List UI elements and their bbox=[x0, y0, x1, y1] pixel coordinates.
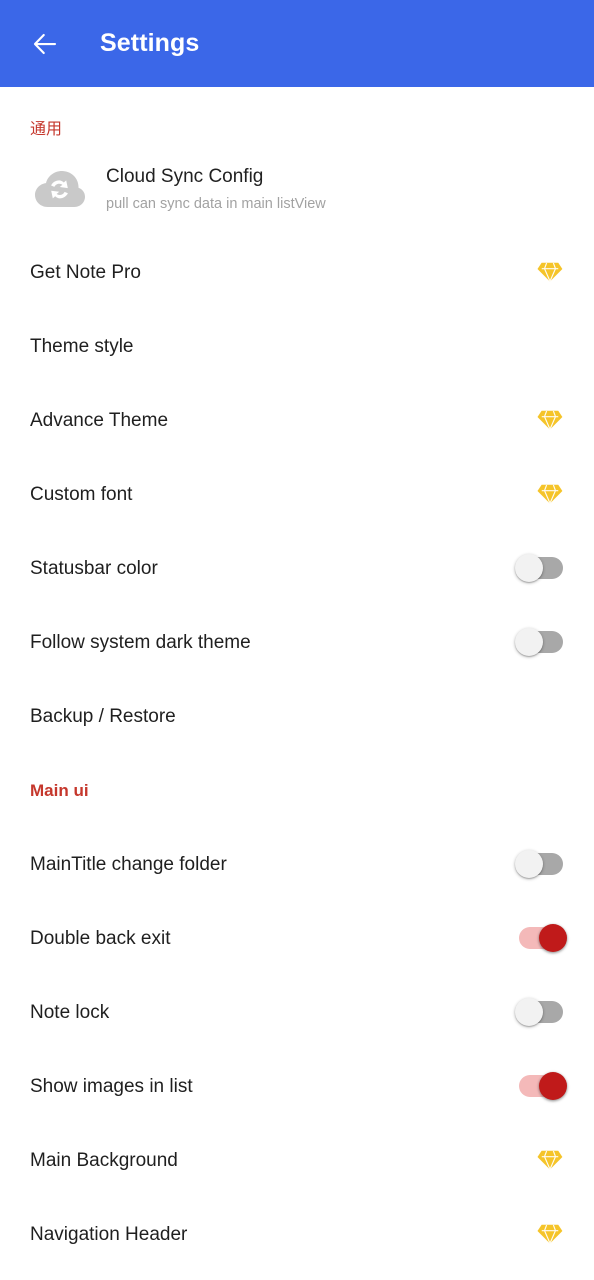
list-item-accessory[interactable] bbox=[517, 918, 567, 958]
list-item-maintitle-change-folder[interactable]: MainTitle change folder bbox=[0, 827, 594, 901]
list-item-label: Get Note Pro bbox=[30, 261, 141, 283]
gem-icon bbox=[537, 484, 563, 504]
list-item-accessory[interactable] bbox=[521, 474, 565, 514]
list-item-note-lock[interactable]: Note lock bbox=[0, 975, 594, 1049]
page-title: Settings bbox=[100, 29, 200, 57]
list-item-label: MainTitle change folder bbox=[30, 853, 227, 875]
list-item-label: Main Background bbox=[30, 1149, 178, 1171]
list-item-advance-theme[interactable]: Advance Theme bbox=[0, 383, 594, 457]
app-bar: Settings bbox=[0, 0, 594, 87]
list-item-show-images-in-list[interactable]: Show images in list bbox=[0, 1049, 594, 1123]
gem-icon bbox=[537, 262, 563, 282]
list-item-label: Statusbar color bbox=[30, 557, 158, 579]
list-item-navigation-header[interactable]: Navigation Header bbox=[0, 1197, 594, 1271]
list-item-label: Advance Theme bbox=[30, 409, 169, 431]
toggle-thumb bbox=[515, 850, 543, 878]
gem-icon bbox=[537, 1150, 563, 1170]
back-button[interactable] bbox=[22, 21, 68, 67]
list-item-theme-style[interactable]: Theme style bbox=[0, 309, 594, 383]
cloud-sync-subtitle: pull can sync data in main listView bbox=[106, 195, 326, 212]
settings-list: 通用 Cloud Sync Config pull can sync data … bbox=[0, 87, 594, 1271]
list-item-accessory[interactable] bbox=[515, 844, 565, 884]
toggle-maintitle-change-folder[interactable] bbox=[515, 850, 565, 878]
toggle-show-images-in-list[interactable] bbox=[517, 1072, 567, 1100]
list-item-accessory[interactable] bbox=[517, 1066, 567, 1106]
list-item-accessory[interactable] bbox=[521, 1214, 565, 1254]
list-item-accessory[interactable] bbox=[521, 252, 565, 292]
toggle-follow-system-dark-theme[interactable] bbox=[515, 628, 565, 656]
list-item-label: Custom font bbox=[30, 483, 133, 505]
list-item-label: Double back exit bbox=[30, 927, 171, 949]
section-header-general: 通用 bbox=[30, 121, 63, 138]
list-item-custom-font[interactable]: Custom font bbox=[0, 457, 594, 531]
list-item-cloud-sync[interactable]: Cloud Sync Config pull can sync data in … bbox=[0, 143, 594, 235]
list-item-label: Follow system dark theme bbox=[30, 631, 251, 653]
list-item-accessory[interactable] bbox=[515, 992, 565, 1032]
cloud-sync-texts: Cloud Sync Config pull can sync data in … bbox=[106, 165, 326, 213]
section-header-main-ui: Main ui bbox=[30, 780, 89, 800]
toggle-thumb bbox=[539, 1072, 567, 1100]
toggle-thumb bbox=[515, 998, 543, 1026]
toggle-thumb bbox=[539, 924, 567, 952]
list-item-accessory bbox=[521, 696, 565, 736]
toggle-thumb bbox=[515, 554, 543, 582]
list-item-accessory[interactable] bbox=[515, 622, 565, 662]
list-item-accessory bbox=[521, 326, 565, 366]
toggle-thumb bbox=[515, 628, 543, 656]
gem-icon bbox=[537, 410, 563, 430]
arrow-left-icon bbox=[30, 29, 60, 59]
list-item-label: Theme style bbox=[30, 335, 134, 357]
list-item-backup-restore[interactable]: Backup / Restore bbox=[0, 679, 594, 753]
cloud-sync-title: Cloud Sync Config bbox=[106, 165, 264, 187]
toggle-statusbar-color[interactable] bbox=[515, 554, 565, 582]
list-item-accessory[interactable] bbox=[521, 400, 565, 440]
list-item-statusbar-color[interactable]: Statusbar color bbox=[0, 531, 594, 605]
toggle-note-lock[interactable] bbox=[515, 998, 565, 1026]
gem-icon bbox=[537, 1224, 563, 1244]
list-item-follow-system-dark-theme[interactable]: Follow system dark theme bbox=[0, 605, 594, 679]
toggle-double-back-exit[interactable] bbox=[517, 924, 567, 952]
list-item-double-back-exit[interactable]: Double back exit bbox=[0, 901, 594, 975]
list-item-label: Show images in list bbox=[30, 1075, 193, 1097]
list-item-label: Note lock bbox=[30, 1001, 110, 1023]
list-item-accessory[interactable] bbox=[515, 548, 565, 588]
list-item-get-note-pro[interactable]: Get Note Pro bbox=[0, 235, 594, 309]
list-item-accessory[interactable] bbox=[521, 1140, 565, 1180]
cloud-sync-icon bbox=[30, 160, 88, 218]
list-item-label: Backup / Restore bbox=[30, 705, 176, 727]
settings-screen: Settings 通用 Cloud Sync Config pull can s… bbox=[0, 0, 594, 1280]
list-item-label: Navigation Header bbox=[30, 1223, 188, 1245]
list-item-main-background[interactable]: Main Background bbox=[0, 1123, 594, 1197]
